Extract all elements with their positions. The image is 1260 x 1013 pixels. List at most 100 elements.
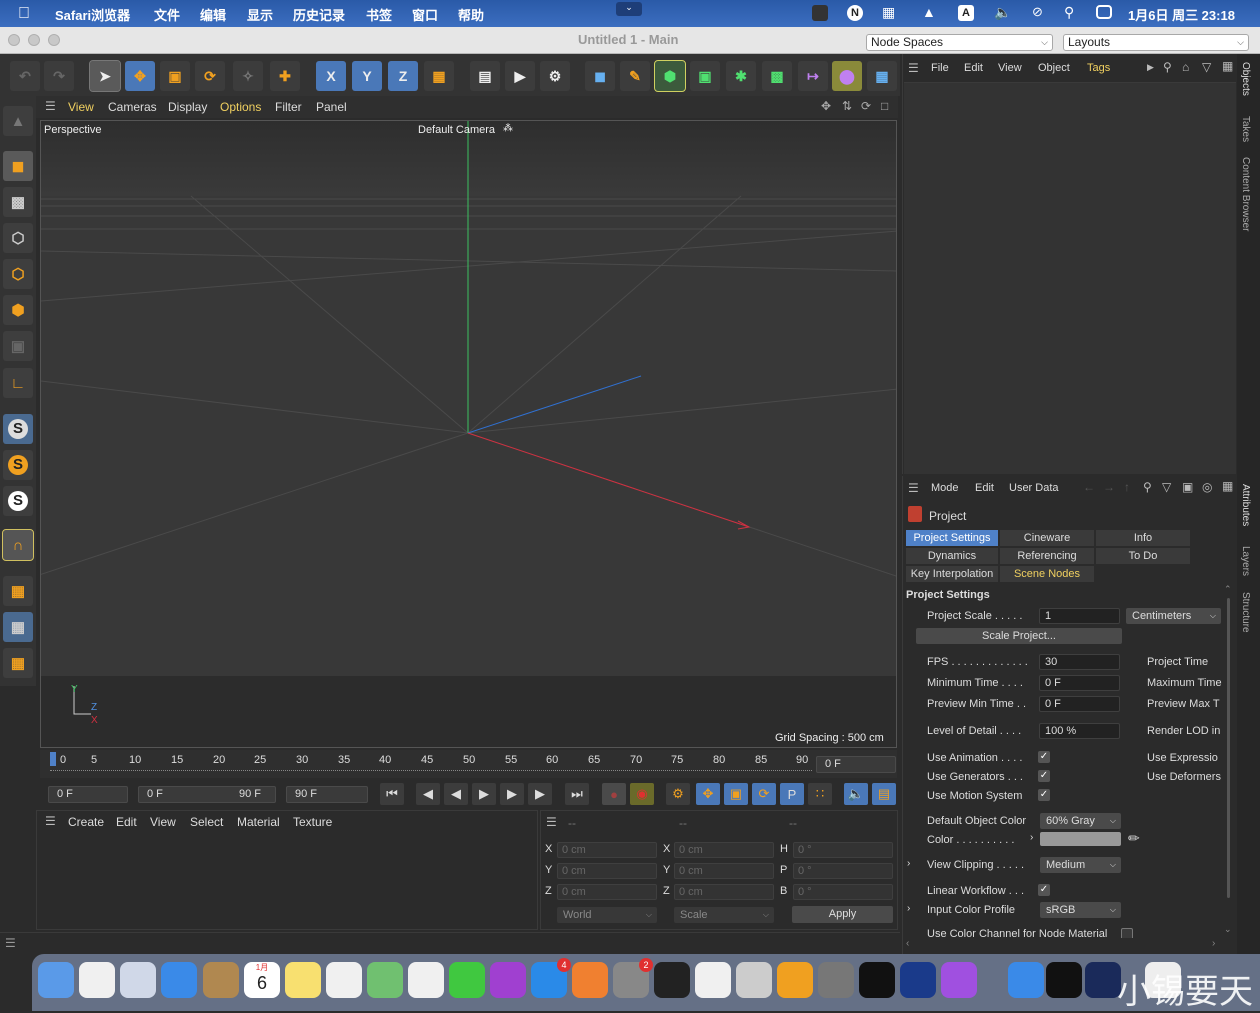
system-preferences-icon[interactable]: 2 xyxy=(613,958,653,998)
subdivision-button[interactable]: ⬢ xyxy=(654,60,686,92)
material-menu-view[interactable]: View xyxy=(150,815,176,829)
input-color-profile-select[interactable]: sRGB ⌵ xyxy=(1040,902,1121,918)
side-tab-objects[interactable]: Objects xyxy=(1240,62,1251,96)
move-tool-button[interactable]: ✥ xyxy=(125,61,155,91)
new-panel-icon[interactable]: ▦ xyxy=(1222,479,1233,493)
finder-icon[interactable] xyxy=(38,962,74,998)
viewport-menu-view[interactable]: View xyxy=(68,100,94,120)
size-y-field[interactable]: 0 cm xyxy=(674,863,774,879)
lock-workplane-button[interactable]: ▦ xyxy=(3,612,33,642)
filter-icon[interactable]: ▽ xyxy=(1162,480,1171,494)
viewport-menu-cameras[interactable]: Cameras xyxy=(108,100,157,120)
z-axis-lock-button[interactable]: Z xyxy=(388,61,418,91)
tab-info[interactable]: Info xyxy=(1096,530,1190,546)
close-window-button[interactable] xyxy=(8,34,20,46)
volume-icon[interactable]: 🔈 xyxy=(994,4,1011,21)
printer-icon[interactable] xyxy=(736,962,772,998)
menubar-item-view[interactable]: 显示 xyxy=(247,5,273,24)
camera-name[interactable]: Default Camera xyxy=(418,124,495,136)
view-clipping-select[interactable]: Medium ⌵ xyxy=(1040,857,1121,873)
attributes-menu-user-data[interactable]: User Data xyxy=(1009,482,1059,494)
hamburger-icon[interactable]: ☰ xyxy=(45,814,56,828)
maps-icon[interactable] xyxy=(367,962,403,998)
objects-menu-object[interactable]: Object xyxy=(1038,62,1070,74)
position-y-field[interactable]: 0 cm xyxy=(557,863,657,879)
current-frame-field[interactable]: 0 F xyxy=(816,756,896,773)
viewport-menu-options[interactable]: Options xyxy=(220,100,261,120)
rotation-b-field[interactable]: 0 ° xyxy=(793,884,893,900)
scroll-right-icon[interactable]: › xyxy=(1212,938,1215,949)
attributes-scrollbar[interactable] xyxy=(1227,598,1230,898)
safari-icon[interactable] xyxy=(1008,962,1044,998)
keyframe-selection-button[interactable]: ⚙ xyxy=(666,783,690,805)
viewport-menu-panel[interactable]: Panel xyxy=(316,100,347,120)
objects-menu-view[interactable]: View xyxy=(998,62,1022,74)
use-generators-checkbox[interactable]: ✓ xyxy=(1038,770,1050,782)
cube-button[interactable]: ◼ xyxy=(585,61,615,91)
workplane-button[interactable]: ▦ xyxy=(3,576,33,606)
lock-icon[interactable]: ▣ xyxy=(1182,480,1193,494)
target-icon[interactable]: ◎ xyxy=(1202,480,1212,494)
podcasts-icon[interactable] xyxy=(490,962,526,998)
minimum-time-field[interactable]: 0 F xyxy=(1039,675,1120,691)
menubar-item-file[interactable]: 文件 xyxy=(154,5,180,24)
coord-system-select[interactable]: World ⌵ xyxy=(557,907,657,923)
zoom-window-button[interactable] xyxy=(48,34,60,46)
coordinate-system-button[interactable]: ▦ xyxy=(424,61,454,91)
default-object-color-select[interactable]: 60% Gray ⌵ xyxy=(1040,813,1121,829)
key-scale-button[interactable]: ▣ xyxy=(724,783,748,805)
size-x-field[interactable]: 0 cm xyxy=(674,842,774,858)
perspective-viewport[interactable]: Perspective Default Camera ⁂ Y Z X Grid … xyxy=(40,120,897,748)
search-icon[interactable]: ⚲ xyxy=(1163,60,1172,74)
menubar-clock[interactable]: 1月6日 周三 23:18 xyxy=(1128,5,1235,24)
go-to-start-button[interactable]: ⏮ xyxy=(380,783,404,805)
upload-icon[interactable]: ▲ xyxy=(922,4,936,20)
eyedropper-icon[interactable]: ✏ xyxy=(1128,830,1140,847)
color-swatch[interactable] xyxy=(1040,832,1121,846)
end-frame-field[interactable]: 90 F xyxy=(286,786,368,803)
side-tab-content-browser[interactable]: Content Browser xyxy=(1240,157,1251,231)
home-icon[interactable]: ⌂ xyxy=(1182,60,1189,74)
record-keys-button[interactable]: ● xyxy=(602,783,626,805)
fps-field[interactable]: 30 xyxy=(1039,654,1120,670)
menubar-item-history[interactable]: 历史记录 xyxy=(293,5,345,24)
project-scale-unit-select[interactable]: Centimeters ⌵ xyxy=(1126,608,1221,624)
tab-referencing[interactable]: Referencing xyxy=(1000,548,1094,564)
control-center-icon[interactable] xyxy=(1096,5,1112,19)
render-region-button[interactable]: ▤ xyxy=(470,61,500,91)
material-menu-texture[interactable]: Texture xyxy=(293,815,332,829)
axis-mode-button[interactable]: ∟ xyxy=(3,368,33,398)
size-mode-select[interactable]: Scale ⌵ xyxy=(674,907,774,923)
field-button[interactable]: ⬤ xyxy=(832,61,862,91)
node-spaces-select[interactable]: Node Spaces ⌵ xyxy=(866,34,1053,51)
input-source-icon[interactable]: A xyxy=(958,5,974,21)
play-button[interactable]: ▶ xyxy=(472,783,496,805)
tab-key-interpolation[interactable]: Key Interpolation xyxy=(906,566,998,582)
menubar-app-name[interactable]: Safari浏览器 xyxy=(55,5,130,24)
objects-menu-tags[interactable]: Tags xyxy=(1087,62,1110,74)
scroll-up-icon[interactable]: ⌃ xyxy=(1224,584,1232,595)
qq-icon[interactable] xyxy=(79,962,115,998)
menubar-item-window[interactable]: 窗口 xyxy=(412,5,438,24)
tab-scene-nodes[interactable]: Scene Nodes xyxy=(1000,566,1094,582)
launchpad-icon[interactable] xyxy=(120,962,156,998)
scale-project-button[interactable]: Scale Project... xyxy=(916,628,1122,644)
contacts-icon[interactable] xyxy=(203,962,239,998)
tab-project-settings[interactable]: Project Settings xyxy=(906,530,998,546)
rotation-h-field[interactable]: 0 ° xyxy=(793,842,893,858)
size-z-field[interactable]: 0 cm xyxy=(674,884,774,900)
edges-mode-button[interactable]: ⬡ xyxy=(3,259,33,289)
settings-app-icon[interactable] xyxy=(572,962,608,998)
side-tab-structure[interactable]: Structure xyxy=(1240,592,1251,633)
material-menu-edit[interactable]: Edit xyxy=(116,815,137,829)
hamburger-icon[interactable]: ☰ xyxy=(546,815,557,829)
rotate-tool-button[interactable]: ⟳ xyxy=(195,61,225,91)
texture-mode-button[interactable]: ▩ xyxy=(3,187,33,217)
cinema4d-icon[interactable] xyxy=(1085,962,1121,998)
rotate-view-icon[interactable]: ⟳ xyxy=(861,99,871,119)
messages-icon[interactable] xyxy=(449,962,485,998)
points-mode-button[interactable]: ⬡ xyxy=(3,223,33,253)
disk-utility-icon[interactable] xyxy=(818,962,854,998)
expand-input-profile-icon[interactable]: › xyxy=(907,903,910,914)
chevron-down-icon[interactable]: ⌄ xyxy=(616,2,642,16)
